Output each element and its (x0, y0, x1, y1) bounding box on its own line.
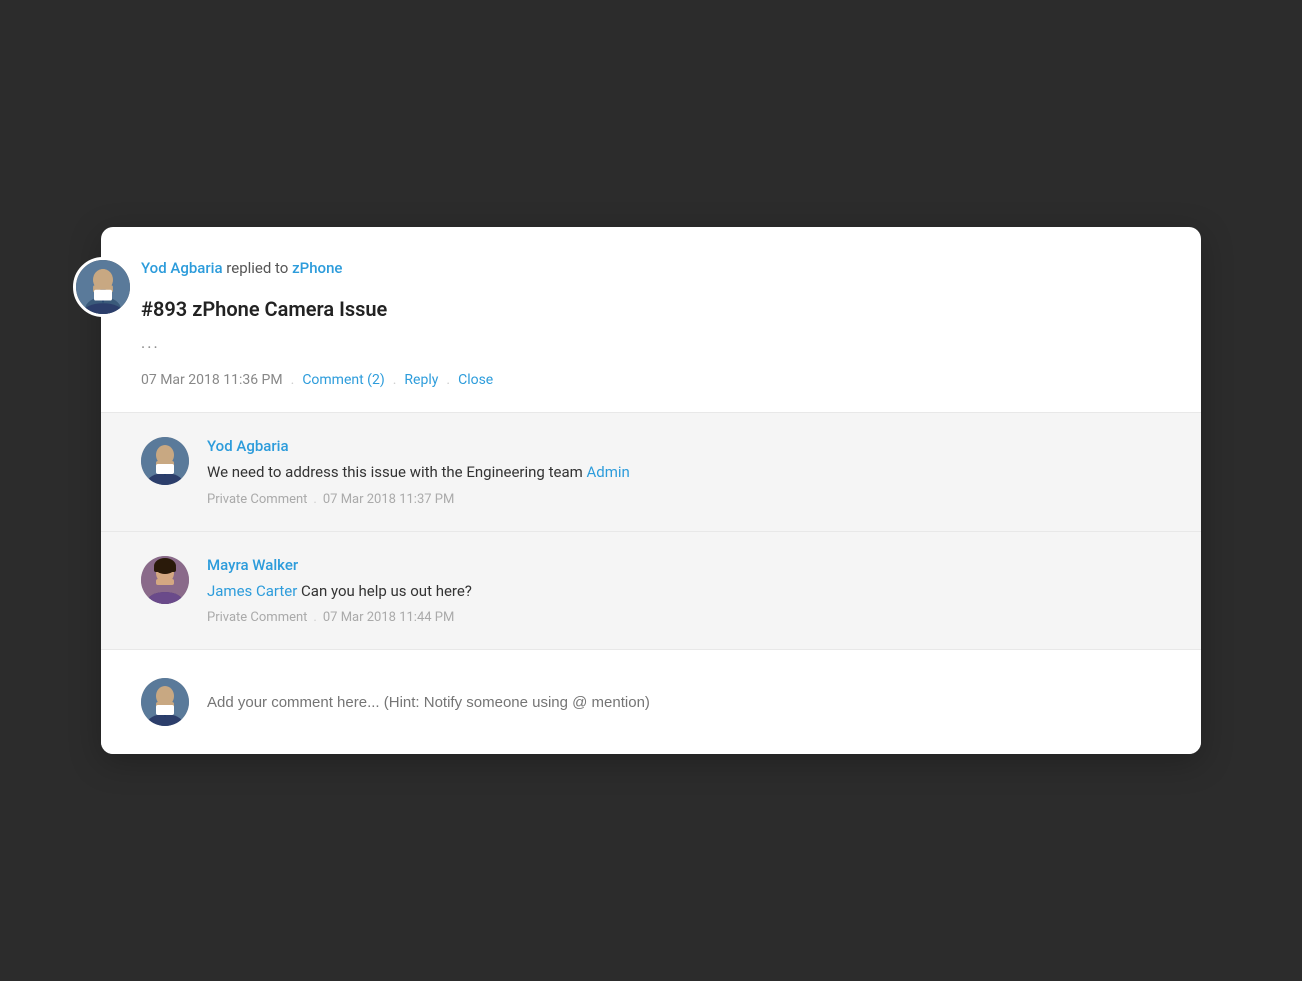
comment-item-2: Mayra Walker James Carter Can you help u… (101, 532, 1201, 650)
comments-section: Yod Agbaria We need to address this issu… (101, 412, 1201, 650)
comment-type-1: Private Comment (207, 492, 307, 507)
comment-timestamp-2: 07 Mar 2018 11:44 PM (323, 610, 455, 625)
notification-card-wrapper: Yod Agbaria replied to zPhone #893 zPhon… (101, 227, 1201, 754)
comment-type-2: Private Comment (207, 610, 307, 625)
mention-admin[interactable]: Admin (586, 463, 629, 481)
ellipsis-text: ... (141, 333, 1161, 352)
dot-3: . (446, 372, 450, 388)
comment-meta-1: Private Comment . 07 Mar 2018 11:37 PM (207, 492, 1161, 507)
dot-1: . (291, 372, 295, 388)
replied-text: replied to (226, 259, 288, 277)
comment-text-2: James Carter Can you help us out here? (207, 580, 1161, 603)
comment-body-1: Yod Agbaria We need to address this issu… (207, 437, 1161, 507)
add-comment-avatar (141, 678, 189, 726)
ticket-title: #893 zPhone Camera Issue (141, 297, 1161, 321)
card-header: Yod Agbaria replied to zPhone #893 zPhon… (101, 227, 1201, 412)
meta-dot-2: . (313, 610, 316, 625)
channel-link[interactable]: zPhone (292, 259, 342, 277)
comment-body-2: Mayra Walker James Carter Can you help u… (207, 556, 1161, 626)
comment-avatar-2 (141, 556, 189, 604)
comment-link[interactable]: Comment (2) (302, 372, 384, 388)
comment-author-1[interactable]: Yod Agbaria (207, 437, 1161, 455)
comment-author-2[interactable]: Mayra Walker (207, 556, 1161, 574)
add-comment-input[interactable] (207, 694, 1161, 711)
author-link[interactable]: Yod Agbaria (141, 259, 223, 277)
mention-james[interactable]: James Carter (207, 582, 297, 600)
add-comment-area (101, 650, 1201, 754)
comment-meta-2: Private Comment . 07 Mar 2018 11:44 PM (207, 610, 1161, 625)
main-avatar (73, 257, 133, 317)
meta-dot-1: . (313, 492, 316, 507)
notification-card: Yod Agbaria replied to zPhone #893 zPhon… (101, 227, 1201, 754)
dot-2: . (393, 372, 397, 388)
replied-line: Yod Agbaria replied to zPhone (141, 259, 1161, 277)
comment-avatar-1 (141, 437, 189, 485)
comment-item: Yod Agbaria We need to address this issu… (101, 413, 1201, 532)
close-link[interactable]: Close (458, 372, 493, 388)
comment-timestamp-1: 07 Mar 2018 11:37 PM (323, 492, 455, 507)
meta-bar: 07 Mar 2018 11:36 PM . Comment (2) . Rep… (141, 372, 1161, 412)
post-timestamp: 07 Mar 2018 11:36 PM (141, 372, 283, 388)
comment-text-1: We need to address this issue with the E… (207, 461, 1161, 484)
reply-link[interactable]: Reply (404, 372, 438, 388)
